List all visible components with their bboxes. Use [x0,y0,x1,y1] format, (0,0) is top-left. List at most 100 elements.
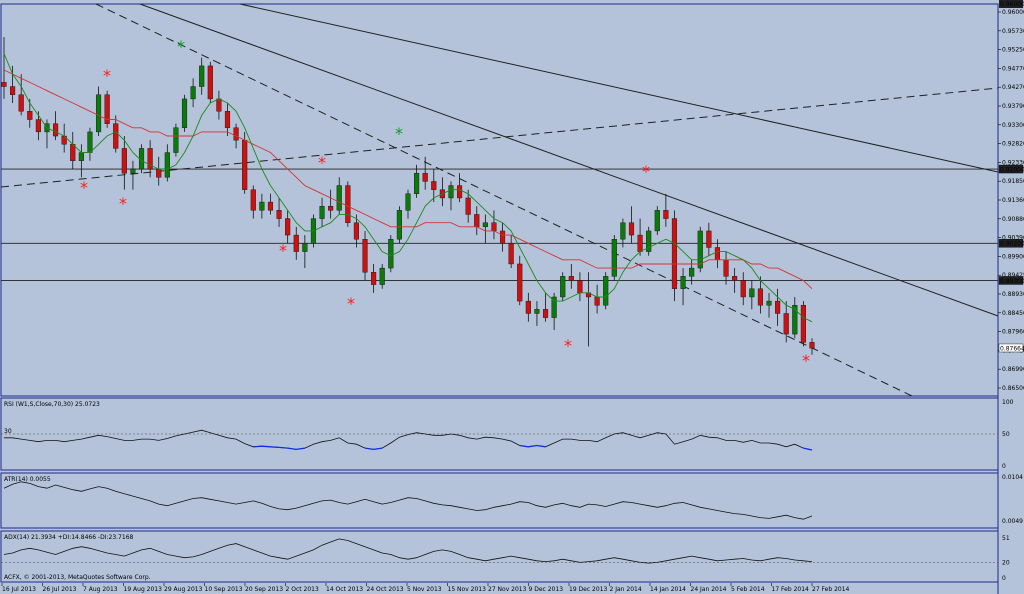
candle-body[interactable] [190,86,196,100]
candle-body[interactable] [671,218,678,289]
candle-body[interactable] [224,111,231,128]
candle-body[interactable] [302,243,308,252]
candle-body[interactable] [448,185,454,199]
atr-axis-label: 0.0104 [1002,474,1023,481]
candle-body[interactable] [53,123,59,137]
candle-body[interactable] [732,276,738,281]
candle-body[interactable] [156,168,162,178]
date-axis-label: 14 Oct 2013 [326,586,363,593]
candle-body[interactable] [362,238,368,273]
candle-body[interactable] [783,313,789,335]
candle-body[interactable] [422,172,428,182]
candle-body[interactable] [680,276,686,289]
candle-body[interactable] [285,218,291,236]
candle-body[interactable] [577,280,583,294]
candle-body[interactable] [740,280,746,298]
candle-body[interactable] [697,230,703,269]
candle-body[interactable] [1,82,7,87]
candle-body[interactable] [293,234,299,252]
candle-body[interactable] [775,300,781,314]
candle-body[interactable] [328,205,334,211]
candle-body[interactable] [723,259,729,277]
candle-body[interactable] [689,267,695,277]
chart-window[interactable]: * * * * * * * * * * * 0.96000 0.95730 0.95250 0.94770 0… [0,0,1024,594]
candle-body[interactable] [508,243,514,265]
candle-body[interactable] [371,272,377,285]
candle-body[interactable] [353,222,359,240]
candle-body[interactable] [319,205,325,219]
trendline-rising-dashed[interactable] [0,87,999,188]
signal-star-marker: * [347,294,355,313]
candle-body[interactable] [345,185,351,223]
candle-body[interactable] [130,168,136,174]
candle-body[interactable] [757,288,763,306]
candle-body[interactable] [336,185,342,211]
candle-body[interactable] [250,189,256,211]
adx-axis-label: 51 [1002,535,1010,542]
candle-body[interactable] [164,152,170,178]
candle-body[interactable] [70,144,76,162]
trendline-upper-down[interactable] [239,3,999,173]
candle-body[interactable] [388,238,394,269]
candle-body[interactable] [766,300,772,306]
candle-body[interactable] [809,342,815,349]
candle-body[interactable] [534,309,540,314]
candle-body[interactable] [405,193,411,211]
rsi-header: RSI (W1,S,Close,70,30) 25.0723 [4,401,100,408]
candle-body[interactable] [173,127,179,153]
signal-star-marker: * [103,66,111,85]
candle-body[interactable] [499,230,506,244]
candle-body[interactable] [267,201,274,211]
candle-body[interactable] [35,119,41,133]
candle-body[interactable] [379,267,385,285]
candle-body[interactable] [749,288,755,298]
candle-body[interactable] [474,214,480,228]
candle-body[interactable] [663,210,669,219]
candle-body[interactable] [706,230,712,248]
candle-body[interactable] [560,276,566,298]
candle-body[interactable] [87,131,93,153]
candle-body[interactable] [431,181,437,190]
copyright-text: ACFX, © 2001-2013, MetaQuotes Software C… [4,574,151,581]
candle-body[interactable] [207,65,213,100]
candle-body[interactable] [654,210,660,232]
chart-canvas[interactable]: * * * * * * * * * * * 0.96000 0.95730 0.95250 0.94770 0… [0,0,1024,594]
candle-body[interactable] [491,222,497,232]
candle-body[interactable] [10,86,16,95]
candle-body[interactable] [594,296,600,306]
candle-body[interactable] [181,98,188,128]
candle-body[interactable] [396,210,402,240]
candle-body[interactable] [216,98,222,112]
candle-body[interactable] [465,197,471,215]
candle-body[interactable] [27,111,33,120]
candle-body[interactable] [525,300,531,314]
candle-body[interactable] [603,276,609,306]
candle-body[interactable] [611,238,617,277]
candle-body[interactable] [276,210,282,219]
trendline-long-down[interactable] [139,3,999,317]
candle-body[interactable] [414,172,420,195]
candle-body[interactable] [78,152,84,161]
candle-body[interactable] [113,123,119,149]
candle-body[interactable] [457,185,463,199]
candle-body[interactable] [18,94,24,112]
candle-body[interactable] [517,263,523,302]
candle-body[interactable] [95,94,102,133]
candle-body[interactable] [714,247,721,261]
candle-body[interactable] [121,148,127,174]
date-axis-label: 16 Jul 2013 [2,586,36,593]
rsi-axis-label: 50 [1002,431,1010,438]
price-axis-label: 0.92820 [1002,141,1024,148]
candle-body[interactable] [568,276,574,281]
candle-body[interactable] [542,309,549,318]
candle-body[interactable] [259,201,265,211]
rsi-axis-label: 0 [1002,463,1006,470]
candle-body[interactable] [199,65,205,87]
candle-body[interactable] [620,222,626,240]
candle-body[interactable] [637,234,643,252]
candle-body[interactable] [233,127,239,141]
candle-body[interactable] [800,305,806,343]
candle-body[interactable] [242,139,248,190]
candle-body[interactable] [482,222,488,228]
candle-body[interactable] [628,222,635,236]
